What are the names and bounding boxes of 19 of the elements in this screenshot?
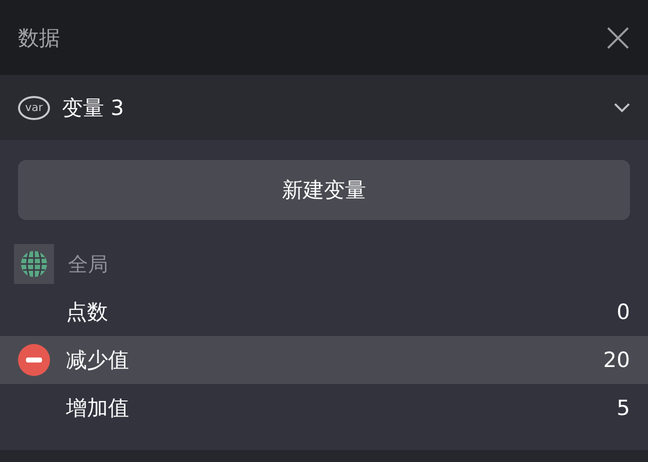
variable-name: 变量 3 <box>62 94 126 122</box>
variable-value: 5 <box>616 396 630 420</box>
variable-row[interactable]: 增加值 5 <box>0 384 648 432</box>
variable-value: 20 <box>603 348 630 372</box>
variable-row[interactable]: 点数 0 <box>0 288 648 336</box>
delete-icon[interactable] <box>18 344 50 376</box>
group-label: 全局 <box>68 250 108 278</box>
variable-badge-icon: var <box>18 96 50 120</box>
panel-title: 数据 <box>18 24 60 52</box>
close-icon[interactable] <box>606 26 630 50</box>
globe-icon <box>14 244 54 284</box>
caret-icon <box>614 102 630 112</box>
variable-row[interactable]: 减少值 20 <box>0 336 648 384</box>
variable-dropdown[interactable]: var 变量 3 <box>0 75 648 140</box>
variable-label: 增加值 <box>66 395 130 422</box>
new-variable-button[interactable]: 新建变量 <box>18 160 630 220</box>
variable-value: 0 <box>616 300 630 324</box>
variable-label: 减少值 <box>66 347 130 374</box>
variable-label: 点数 <box>66 299 109 326</box>
